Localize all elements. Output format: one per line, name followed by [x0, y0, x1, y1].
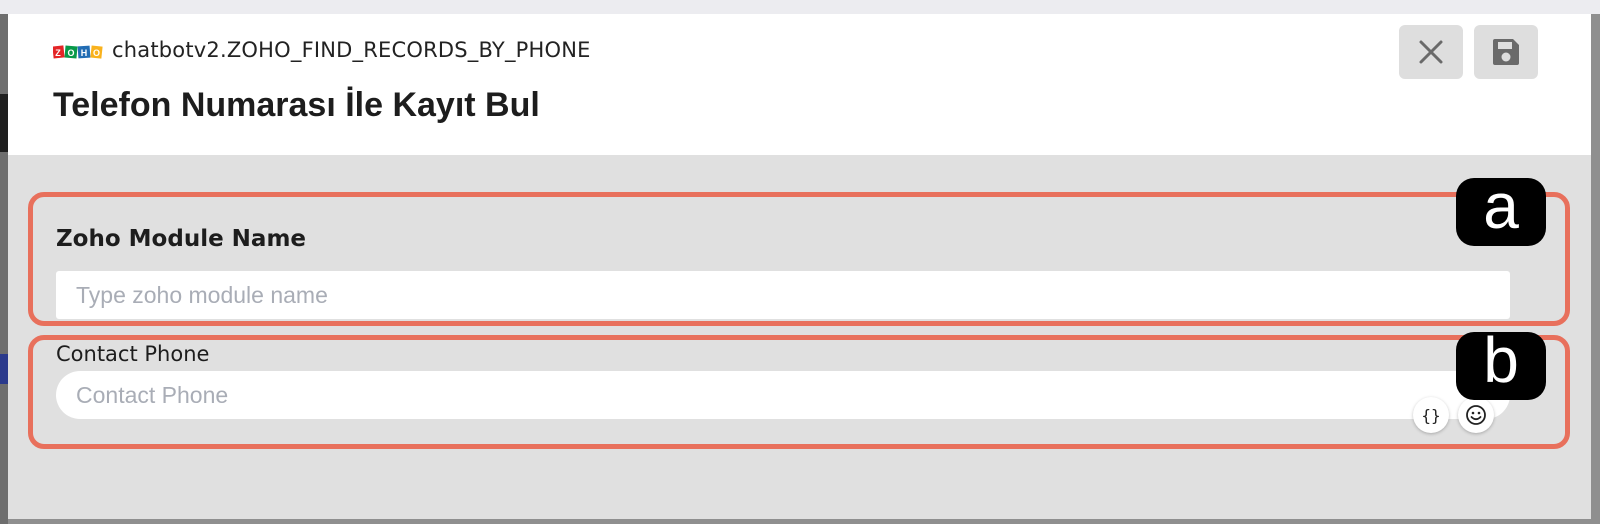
annotation-badge-b: b — [1456, 328, 1546, 400]
modal-header: Z O H O chatbotv2.ZOHO_FIND_RECORDS_BY_P… — [8, 14, 1591, 155]
zoho-logo-icon: Z O H O — [53, 45, 103, 59]
annotation-label-b: b — [1483, 324, 1519, 396]
save-icon — [1493, 39, 1519, 65]
action-settings-modal: Z O H O chatbotv2.ZOHO_FIND_RECORDS_BY_P… — [8, 14, 1591, 519]
close-button[interactable] — [1399, 25, 1463, 79]
contact-phone-label: Contact Phone — [56, 342, 210, 366]
action-identifier: chatbotv2.ZOHO_FIND_RECORDS_BY_PHONE — [112, 38, 591, 62]
svg-text:Z: Z — [55, 48, 61, 58]
annotation-label-a: a — [1483, 170, 1519, 242]
contact-phone-input[interactable] — [56, 371, 1510, 419]
module-name-input[interactable] — [56, 271, 1510, 319]
page-background-edge — [0, 14, 8, 524]
close-icon — [1419, 40, 1443, 64]
browser-toolbar-background — [0, 0, 1600, 14]
emoji-button[interactable] — [1458, 397, 1494, 433]
modal-title: Telefon Numarası İle Kayıt Bul — [53, 86, 540, 124]
braces-icon: {} — [1421, 405, 1441, 425]
save-button[interactable] — [1474, 25, 1538, 79]
svg-text:H: H — [81, 48, 88, 58]
svg-text:O: O — [93, 48, 100, 58]
svg-text:O: O — [67, 48, 74, 58]
annotation-badge-a: a — [1456, 174, 1546, 246]
insert-variable-button[interactable]: {} — [1413, 397, 1449, 433]
module-name-label: Zoho Module Name — [56, 226, 307, 252]
smiley-icon — [1466, 405, 1486, 425]
